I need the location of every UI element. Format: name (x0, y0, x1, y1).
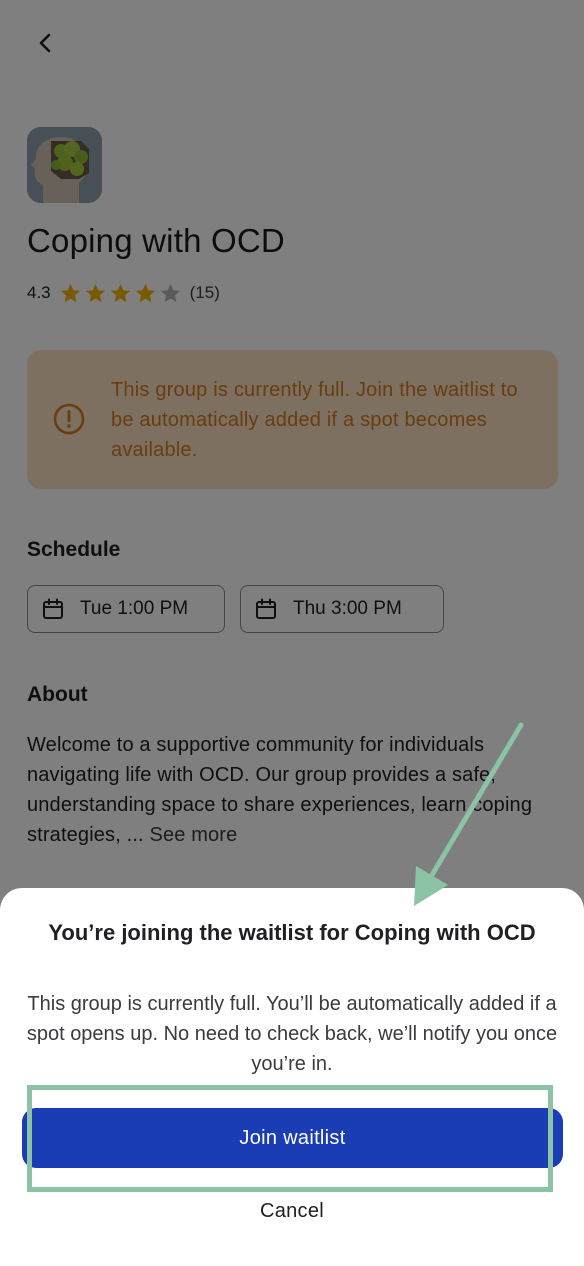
waitlist-bottom-sheet: You’re joining the waitlist for Coping w… (0, 888, 584, 1266)
annotation-highlight-box (27, 1085, 553, 1192)
cancel-button[interactable]: Cancel (192, 1196, 392, 1226)
sheet-description: This group is currently full. You’ll be … (26, 993, 558, 1075)
sheet-title: You’re joining the waitlist for Coping w… (48, 920, 536, 945)
